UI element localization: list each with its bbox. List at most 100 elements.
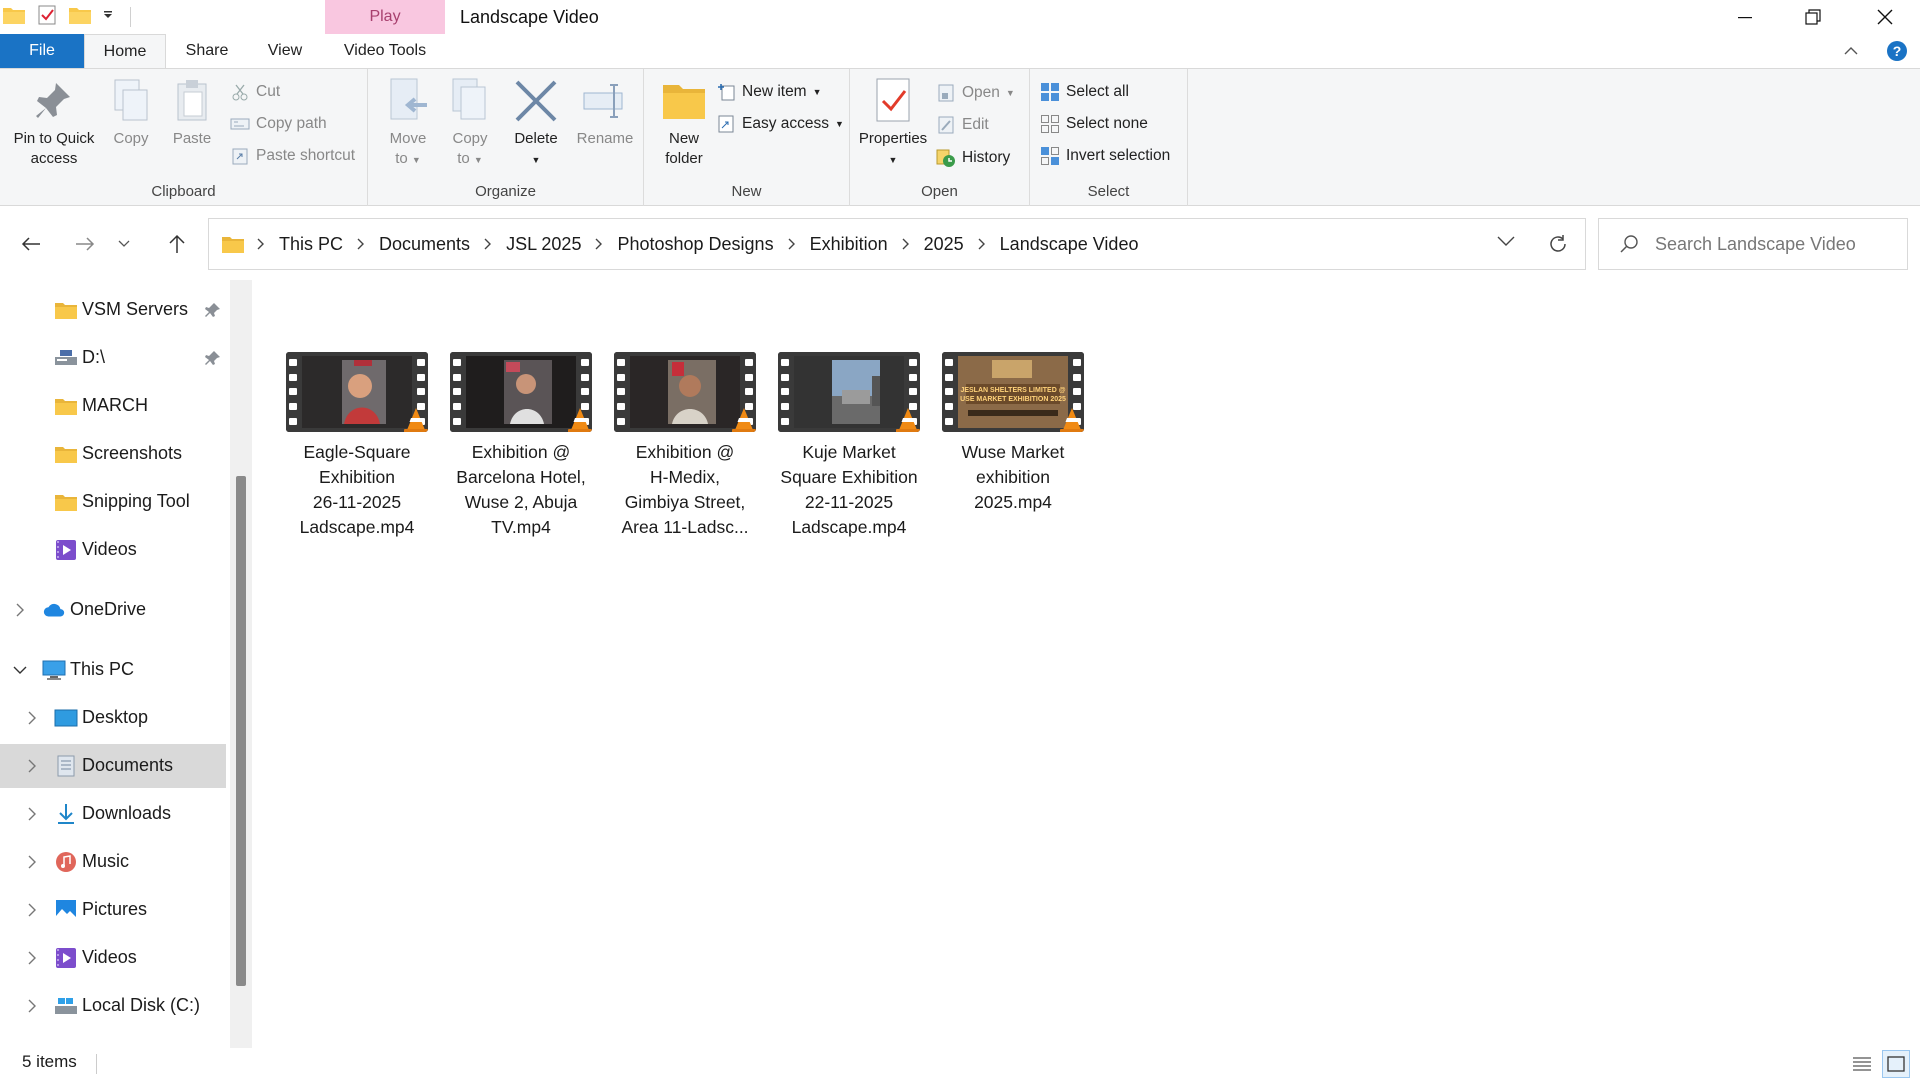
nav-item-onedrive[interactable]: OneDrive	[0, 588, 226, 632]
properties-button[interactable]: Properties ▼	[854, 77, 932, 170]
delete-button[interactable]: Delete ▼	[506, 77, 566, 170]
nav-item-vsm-servers[interactable]: VSM Servers	[0, 288, 226, 332]
nav-scrollbar-thumb[interactable]	[236, 476, 246, 986]
nav-item-d[interactable]: D:\	[0, 336, 226, 380]
up-button[interactable]	[160, 227, 194, 261]
nav-item-snipping-tool[interactable]: Snipping Tool	[0, 480, 226, 524]
restore-button[interactable]	[1778, 0, 1848, 34]
breadcrumb-item[interactable]: Documents	[379, 234, 470, 255]
chevron-right-icon[interactable]	[22, 948, 42, 968]
nav-item-downloads[interactable]: Downloads	[0, 792, 226, 836]
nav-item-label: Pictures	[82, 899, 148, 919]
close-button[interactable]	[1850, 0, 1920, 34]
breadcrumb-separator-chevron-icon[interactable]	[978, 238, 986, 250]
invert-selection-button[interactable]: Invert selection	[1040, 144, 1170, 168]
nav-item-videos[interactable]: Videos	[0, 528, 226, 572]
tab-file[interactable]: File	[0, 34, 84, 68]
copy-path-button[interactable]: Copy path	[230, 112, 327, 136]
copy-button[interactable]: Copy	[104, 77, 158, 149]
new-item-button[interactable]: New item ▼	[716, 80, 822, 104]
edit-label: Edit	[962, 116, 989, 133]
tab-video-tools[interactable]: Video Tools	[325, 34, 445, 68]
breadcrumb-separator-chevron-icon[interactable]	[484, 238, 492, 250]
breadcrumb-item[interactable]: This PC	[279, 234, 343, 255]
paste-button[interactable]: Paste	[164, 77, 220, 149]
breadcrumb-separator-chevron-icon[interactable]	[257, 238, 265, 250]
nav-item-march[interactable]: MARCH	[0, 384, 226, 428]
breadcrumb-separator-chevron-icon[interactable]	[902, 238, 910, 250]
tab-view[interactable]: View	[250, 34, 320, 68]
properties-qat-icon[interactable]	[36, 4, 58, 31]
nav-item-music[interactable]: Music	[0, 840, 226, 884]
file-item[interactable]: JESLAN SHELTERS LIMITED @ USE MARKET EXHI…	[938, 352, 1088, 515]
refresh-icon[interactable]	[1547, 233, 1569, 255]
chevron-right-icon[interactable]	[22, 708, 42, 728]
select-all-button[interactable]: Select all	[1040, 80, 1129, 104]
organize-group-label: Organize	[475, 183, 536, 200]
address-field[interactable]: This PC Documents JSL 2025 Photoshop Design…	[208, 218, 1586, 270]
forward-button[interactable]	[68, 227, 102, 261]
details-view-button[interactable]	[1848, 1050, 1876, 1078]
breadcrumb-item[interactable]: Exhibition	[810, 234, 888, 255]
nav-item-desktop[interactable]: Desktop	[0, 696, 226, 740]
help-icon[interactable]: ?	[1880, 34, 1914, 68]
breadcrumb-separator-chevron-icon[interactable]	[595, 238, 603, 250]
breadcrumb-separator-chevron-icon[interactable]	[357, 238, 365, 250]
new-folder-button[interactable]: New folder	[656, 77, 712, 169]
chevron-right-icon[interactable]	[22, 756, 42, 776]
tab-play[interactable]: Play	[325, 0, 445, 34]
file-name-line: TV.mp4	[491, 517, 551, 537]
minimize-ribbon-chevron-icon[interactable]	[1836, 34, 1866, 68]
easy-access-button[interactable]: Easy access ▼	[716, 112, 844, 136]
cut-button[interactable]: Cut	[230, 80, 280, 104]
search-input[interactable]	[1655, 233, 1895, 255]
back-button[interactable]	[14, 227, 48, 261]
breadcrumb-item[interactable]: 2025	[924, 234, 964, 255]
pin-to-quick-access-button[interactable]: Pin to Quick access	[6, 77, 102, 169]
edit-button[interactable]: Edit	[936, 113, 989, 137]
file-item[interactable]: Exhibition @ H-Medix, Gimbiya Street, Area …	[610, 352, 760, 540]
nav-scrollbar[interactable]	[230, 280, 252, 1048]
rename-button[interactable]: Rename	[572, 77, 638, 149]
new-folder-qat-icon[interactable]	[68, 5, 92, 30]
move-to-button[interactable]: Move to ▼	[382, 77, 434, 170]
file-item[interactable]: Kuje Market Square Exhibition 22-11-2025 La…	[774, 352, 924, 540]
breadcrumb-item[interactable]: Landscape Video	[1000, 234, 1139, 255]
nav-item-videos[interactable]: Videos	[0, 936, 226, 980]
chevron-down-icon: ▼	[1005, 88, 1015, 98]
large-icons-view-button[interactable]	[1882, 1050, 1910, 1078]
nav-item-screenshots[interactable]: Screenshots	[0, 432, 226, 476]
nav-item-documents[interactable]: Documents	[0, 744, 226, 788]
open-button[interactable]: Open ▼	[936, 81, 1015, 105]
nav-item-this-pc[interactable]: This PC	[0, 648, 226, 692]
search-box[interactable]	[1598, 218, 1908, 270]
copy-to-button[interactable]: Copy to ▼	[444, 77, 496, 170]
chevron-right-icon[interactable]	[22, 804, 42, 824]
tab-home[interactable]: Home	[84, 34, 166, 68]
minimize-button[interactable]	[1710, 0, 1780, 34]
breadcrumb-item[interactable]: Photoshop Designs	[617, 234, 773, 255]
paste-shortcut-button[interactable]: Paste shortcut	[230, 144, 355, 168]
chevron-down-icon[interactable]	[10, 660, 30, 680]
recent-locations-button[interactable]	[112, 227, 136, 261]
address-dropdown-chevron-icon[interactable]	[1497, 235, 1515, 247]
chevron-right-icon[interactable]	[10, 600, 30, 620]
open-group-label: Open	[921, 183, 958, 200]
video-frame	[466, 356, 576, 428]
file-item[interactable]: Eagle-Square Exhibition 26-11-2025 Ladscape…	[282, 352, 432, 540]
file-item[interactable]: Exhibition @ Barcelona Hotel, Wuse 2, Abuj…	[446, 352, 596, 540]
chevron-down-icon: ▼	[812, 87, 822, 97]
customize-qat-chevron-icon[interactable]	[102, 8, 114, 26]
nav-item-pictures[interactable]: Pictures	[0, 888, 226, 932]
history-button[interactable]: History	[936, 146, 1010, 170]
select-none-button[interactable]: Select none	[1040, 112, 1148, 136]
edit-icon	[936, 115, 956, 135]
chevron-right-icon[interactable]	[22, 852, 42, 872]
chevron-right-icon[interactable]	[22, 900, 42, 920]
breadcrumb-separator-chevron-icon[interactable]	[788, 238, 796, 250]
breadcrumb-item[interactable]: JSL 2025	[506, 234, 581, 255]
chevron-right-icon[interactable]	[22, 996, 42, 1016]
nav-item-local-disk-c[interactable]: Local Disk (C:)	[0, 984, 226, 1028]
rename-label: Rename	[576, 130, 634, 147]
tab-share[interactable]: Share	[168, 34, 246, 68]
